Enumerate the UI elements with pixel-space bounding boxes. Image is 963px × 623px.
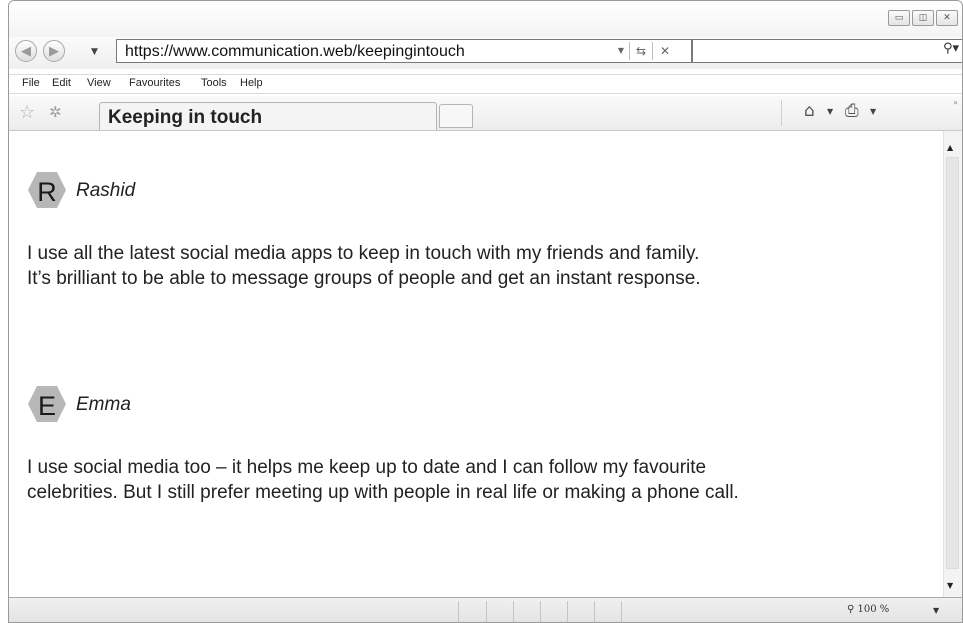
refresh-icon[interactable]: ⇆ — [633, 42, 649, 60]
zoom-level[interactable]: ⚲ 100 % — [847, 604, 889, 615]
separator — [567, 601, 568, 622]
tab-bar: ☆ ✲ Keeping in touch ⌂ ▼ ⎙ ▼ » — [9, 96, 962, 131]
home-icon[interactable]: ⌂ — [804, 101, 815, 121]
menu-bar: File Edit View Favourites Tools Help — [9, 74, 962, 94]
menu-edit[interactable]: Edit — [52, 77, 71, 89]
menu-help[interactable]: Help — [240, 77, 263, 89]
scroll-thumb[interactable] — [946, 157, 959, 569]
favourites-star-icon[interactable]: ☆ — [19, 102, 35, 123]
page-content: R Rashid I use all the latest social med… — [9, 131, 937, 597]
window-controls: ▭ ◫ ✕ — [888, 10, 958, 26]
address-bar[interactable]: https://www.communication.web/keepingint… — [116, 39, 692, 63]
browser-window: ▭ ◫ ✕ ◀ ▶ ▼ https://www.communication.we… — [8, 0, 963, 623]
chevron-right-icon[interactable]: » — [953, 98, 958, 107]
menu-favourites[interactable]: Favourites — [129, 77, 180, 89]
avatar: E — [27, 385, 67, 423]
avatar-letter: E — [38, 391, 56, 421]
separator — [781, 100, 782, 126]
maximize-icon[interactable]: ◫ — [912, 10, 934, 26]
tab-keeping-in-touch[interactable]: Keeping in touch — [99, 102, 437, 130]
stop-icon[interactable]: ✕ — [657, 42, 673, 60]
post-line: I use social media too – it helps me kee… — [27, 457, 707, 478]
post-line: It’s brilliant to be able to message gro… — [27, 268, 701, 289]
url-text[interactable]: https://www.communication.web/keepingint… — [125, 43, 465, 61]
scroll-up-icon[interactable]: ▲ — [947, 143, 953, 152]
search-input[interactable]: ⚲▾ — [692, 39, 962, 63]
back-icon[interactable]: ◀ — [15, 40, 37, 62]
separator — [621, 601, 622, 622]
zoom-icon: ⚲ — [847, 604, 855, 615]
new-tab-button[interactable] — [439, 104, 473, 128]
post-text: I use all the latest social media apps t… — [27, 241, 907, 291]
author-name: Rashid — [76, 180, 136, 201]
print-dropdown-icon[interactable]: ▼ — [870, 107, 876, 116]
menu-view[interactable]: View — [87, 77, 111, 89]
close-icon[interactable]: ✕ — [936, 10, 958, 26]
separator — [594, 601, 595, 622]
home-dropdown-icon[interactable]: ▼ — [827, 107, 833, 116]
dropdown-icon[interactable]: ▼ — [91, 47, 98, 57]
address-dropdown-icon[interactable]: ▼ — [613, 42, 629, 60]
scroll-down-icon[interactable]: ▼ — [947, 581, 953, 590]
address-toolbar: ◀ ▶ ▼ https://www.communication.web/keep… — [9, 37, 962, 69]
separator — [540, 601, 541, 622]
post-line: celebrities. But I still prefer meeting … — [27, 482, 739, 503]
vertical-scrollbar[interactable]: ▲ ▼ — [943, 131, 962, 597]
menu-file[interactable]: File — [22, 77, 40, 89]
menu-tools[interactable]: Tools — [201, 77, 227, 89]
separator — [486, 601, 487, 622]
minimize-icon[interactable]: ▭ — [888, 10, 910, 26]
forward-icon[interactable]: ▶ — [43, 40, 65, 62]
separator — [652, 42, 653, 60]
print-icon[interactable]: ⎙ — [845, 101, 859, 121]
separator — [629, 42, 630, 60]
add-favourite-icon[interactable]: ✲ — [49, 103, 62, 121]
separator — [513, 601, 514, 622]
post-text: I use social media too – it helps me kee… — [27, 455, 907, 505]
avatar: R — [27, 171, 67, 209]
status-bar: ⚲ 100 % ▼ — [9, 597, 962, 622]
tab-title: Keeping in touch — [108, 107, 263, 128]
title-bar: ▭ ◫ ✕ — [9, 1, 962, 39]
zoom-value: 100 % — [857, 604, 890, 615]
avatar-letter: R — [37, 177, 57, 207]
zoom-dropdown-icon[interactable]: ▼ — [933, 606, 939, 615]
separator — [458, 601, 459, 622]
search-icon[interactable]: ⚲▾ — [943, 41, 959, 56]
post-line: I use all the latest social media apps t… — [27, 243, 700, 264]
author-name: Emma — [76, 394, 131, 415]
